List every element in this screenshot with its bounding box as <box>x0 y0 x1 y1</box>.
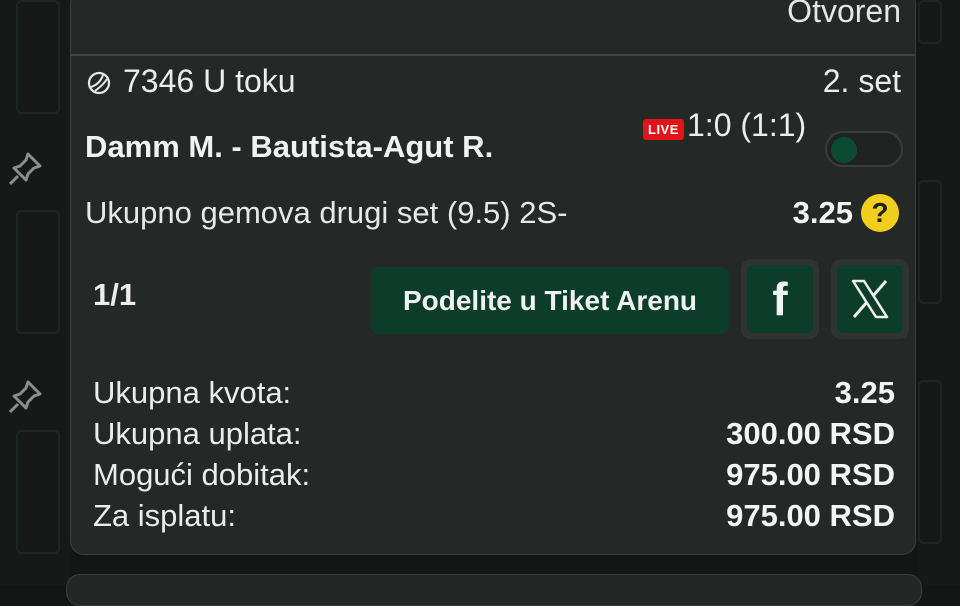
summary-row-total-odds: Ukupna kvota: 3.25 <box>93 375 895 415</box>
summary-label: Ukupna kvota: <box>93 375 292 410</box>
summary-label: Za isplatu: <box>93 498 237 533</box>
summary-label: Ukupna uplata: <box>93 416 302 451</box>
selection-count: 1/1 <box>93 277 137 312</box>
ghost-card <box>16 210 60 334</box>
right-sidebar <box>918 0 960 585</box>
summary-row-payout: Za isplatu: 975.00 RSD <box>93 498 895 538</box>
share-tiket-arena-button[interactable]: Podelite u Tiket Arenu <box>371 267 729 334</box>
x-icon <box>837 265 903 333</box>
market-name: Ukupno gemova drugi set (9.5) 2S- <box>85 195 568 230</box>
left-sidebar <box>0 0 70 585</box>
event-header: 7346 U toku 2. set <box>87 63 901 103</box>
pin-icon[interactable] <box>6 376 46 416</box>
period-label: 2. set <box>822 63 901 99</box>
live-badge: LIVE <box>643 119 684 140</box>
facebook-share-button[interactable]: f <box>741 259 819 339</box>
tennis-ball-icon <box>87 71 111 95</box>
summary-label: Mogući dobitak: <box>93 457 311 492</box>
ticket-card: Otvoren 7346 U toku 2. set Damm M. - Bau… <box>70 0 916 555</box>
live-score: 1:0 (1:1) <box>687 107 807 143</box>
event-code: 7346 U toku <box>123 63 296 99</box>
summary-value: 3.25 <box>834 375 895 410</box>
ticket-status: Otvoren <box>787 0 901 29</box>
ghost-card <box>918 180 942 304</box>
ghost-card <box>16 430 60 554</box>
ghost-card <box>918 380 942 544</box>
ghost-card <box>918 0 942 44</box>
summary-row-stake: Ukupna uplata: 300.00 RSD <box>93 416 895 456</box>
summary-value: 975.00 RSD <box>726 457 895 492</box>
pin-icon[interactable] <box>6 148 46 188</box>
divider <box>71 54 915 56</box>
toggle-knob <box>831 137 857 163</box>
facebook-glyph: f <box>772 273 788 325</box>
ghost-card <box>16 0 60 114</box>
help-icon[interactable]: ? <box>861 194 899 232</box>
selection-odds: 3.25 <box>792 195 853 230</box>
x-share-button[interactable] <box>831 259 909 339</box>
summary-value: 300.00 RSD <box>726 416 895 451</box>
summary-value: 975.00 RSD <box>726 498 895 533</box>
live-toggle[interactable] <box>825 131 903 167</box>
next-ticket-card[interactable] <box>66 574 922 606</box>
summary-row-possible-win: Mogući dobitak: 975.00 RSD <box>93 457 895 497</box>
facebook-icon: f <box>747 265 813 333</box>
match-name[interactable]: Damm M. - Bautista-Agut R. <box>85 129 493 165</box>
